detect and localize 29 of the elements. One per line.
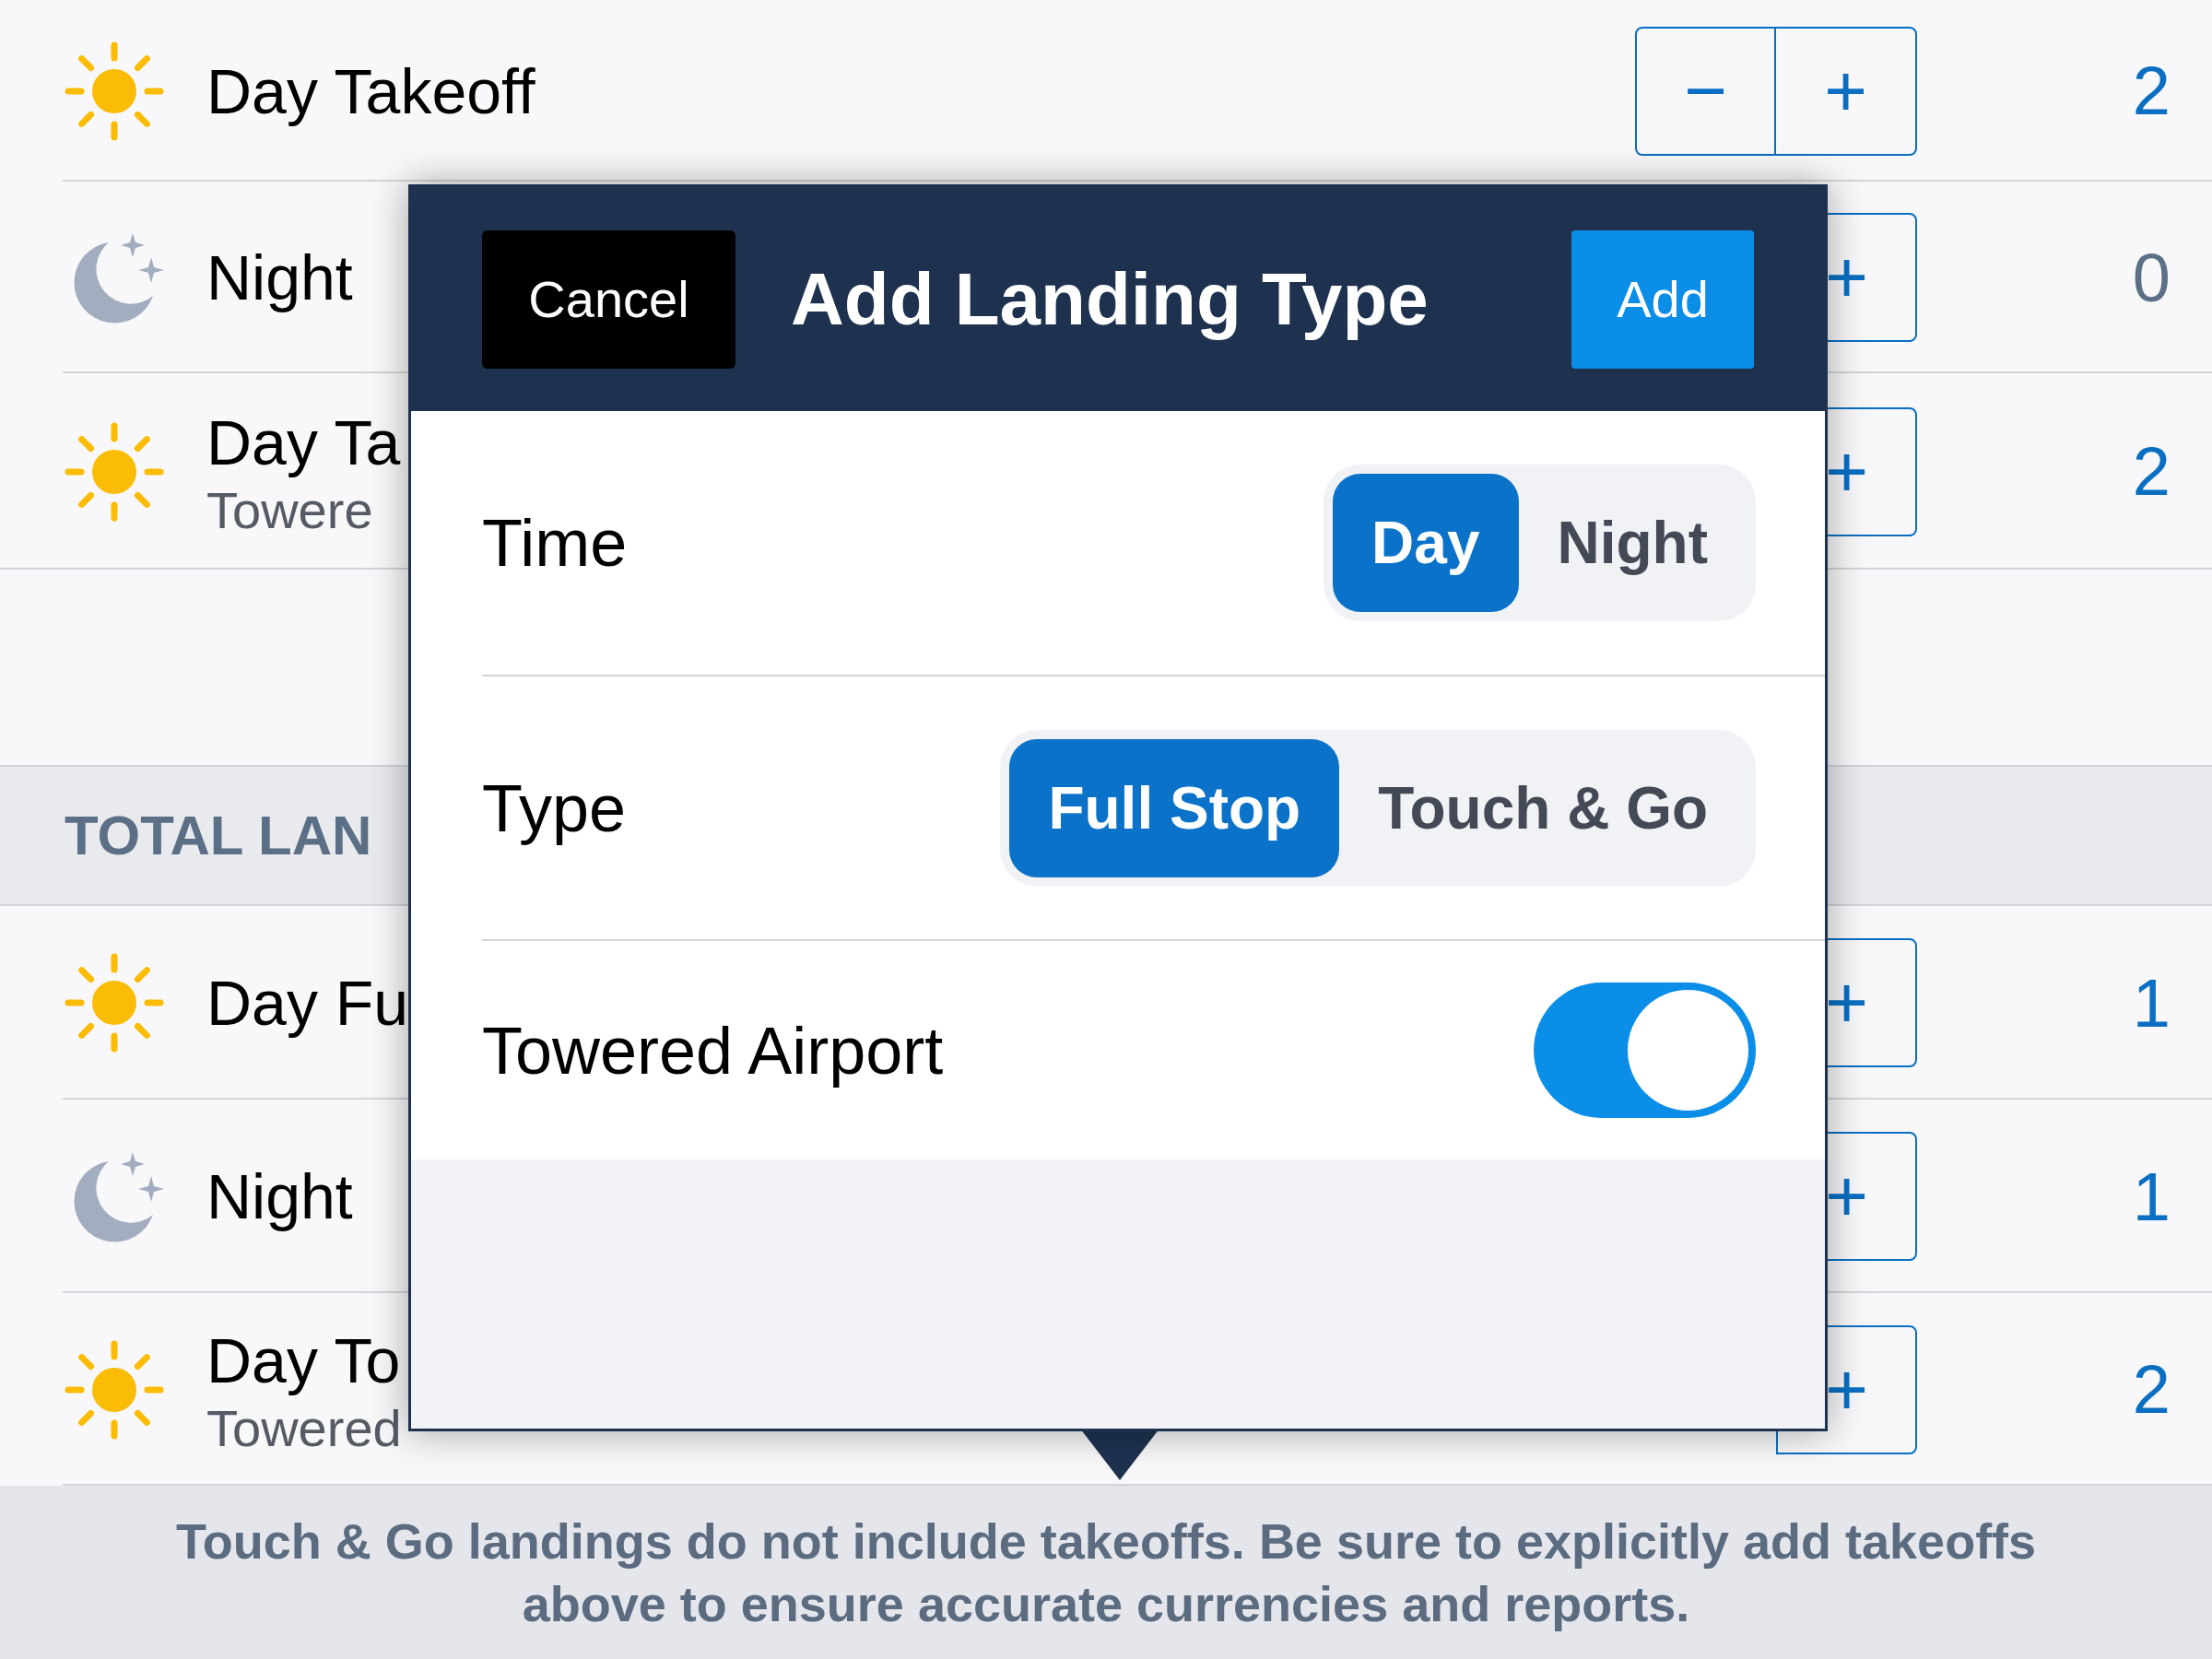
segment-option[interactable]: Day — [1333, 474, 1519, 612]
row-title: Night — [206, 1160, 353, 1233]
sun-icon — [63, 951, 166, 1054]
count: 2 — [2131, 432, 2171, 512]
segment-option[interactable]: Night — [1518, 474, 1747, 612]
field-label: Towered Airport — [482, 1012, 945, 1089]
row-title: Day To — [206, 1324, 401, 1397]
section-title: TOTAL LAN — [65, 803, 372, 868]
field-label: Time — [482, 505, 629, 582]
count: 2 — [2131, 1350, 2171, 1430]
row-title: Night — [206, 241, 353, 314]
row-title: Day Fu — [206, 967, 409, 1040]
row-title: Day Ta — [206, 406, 401, 479]
segment-option[interactable]: Full Stop — [1009, 738, 1340, 877]
row-title: Day Takeoff — [206, 54, 535, 128]
increment-button[interactable]: + — [1776, 26, 1917, 156]
row-subtitle: Towered — [206, 1398, 402, 1458]
count: 2 — [2131, 52, 2171, 131]
footer-note: Touch & Go landings do not include takeoffs. Be sure to explicitly add takeoffs above to ensure accurate currencies and reports. — [174, 1512, 2038, 1633]
decrement-button[interactable]: − — [1635, 26, 1776, 156]
count: 1 — [2131, 1157, 2171, 1237]
count: 0 — [2131, 238, 2171, 318]
field-label: Type — [482, 770, 628, 847]
segment-option[interactable]: Touch & Go — [1339, 738, 1747, 877]
add-button[interactable]: Add — [1571, 229, 1754, 369]
cancel-button[interactable]: Cancel — [482, 229, 735, 369]
count: 1 — [2131, 963, 2171, 1043]
popover-title: Add Landing Type — [791, 256, 1430, 342]
row-subtitle: Towere — [206, 480, 373, 540]
